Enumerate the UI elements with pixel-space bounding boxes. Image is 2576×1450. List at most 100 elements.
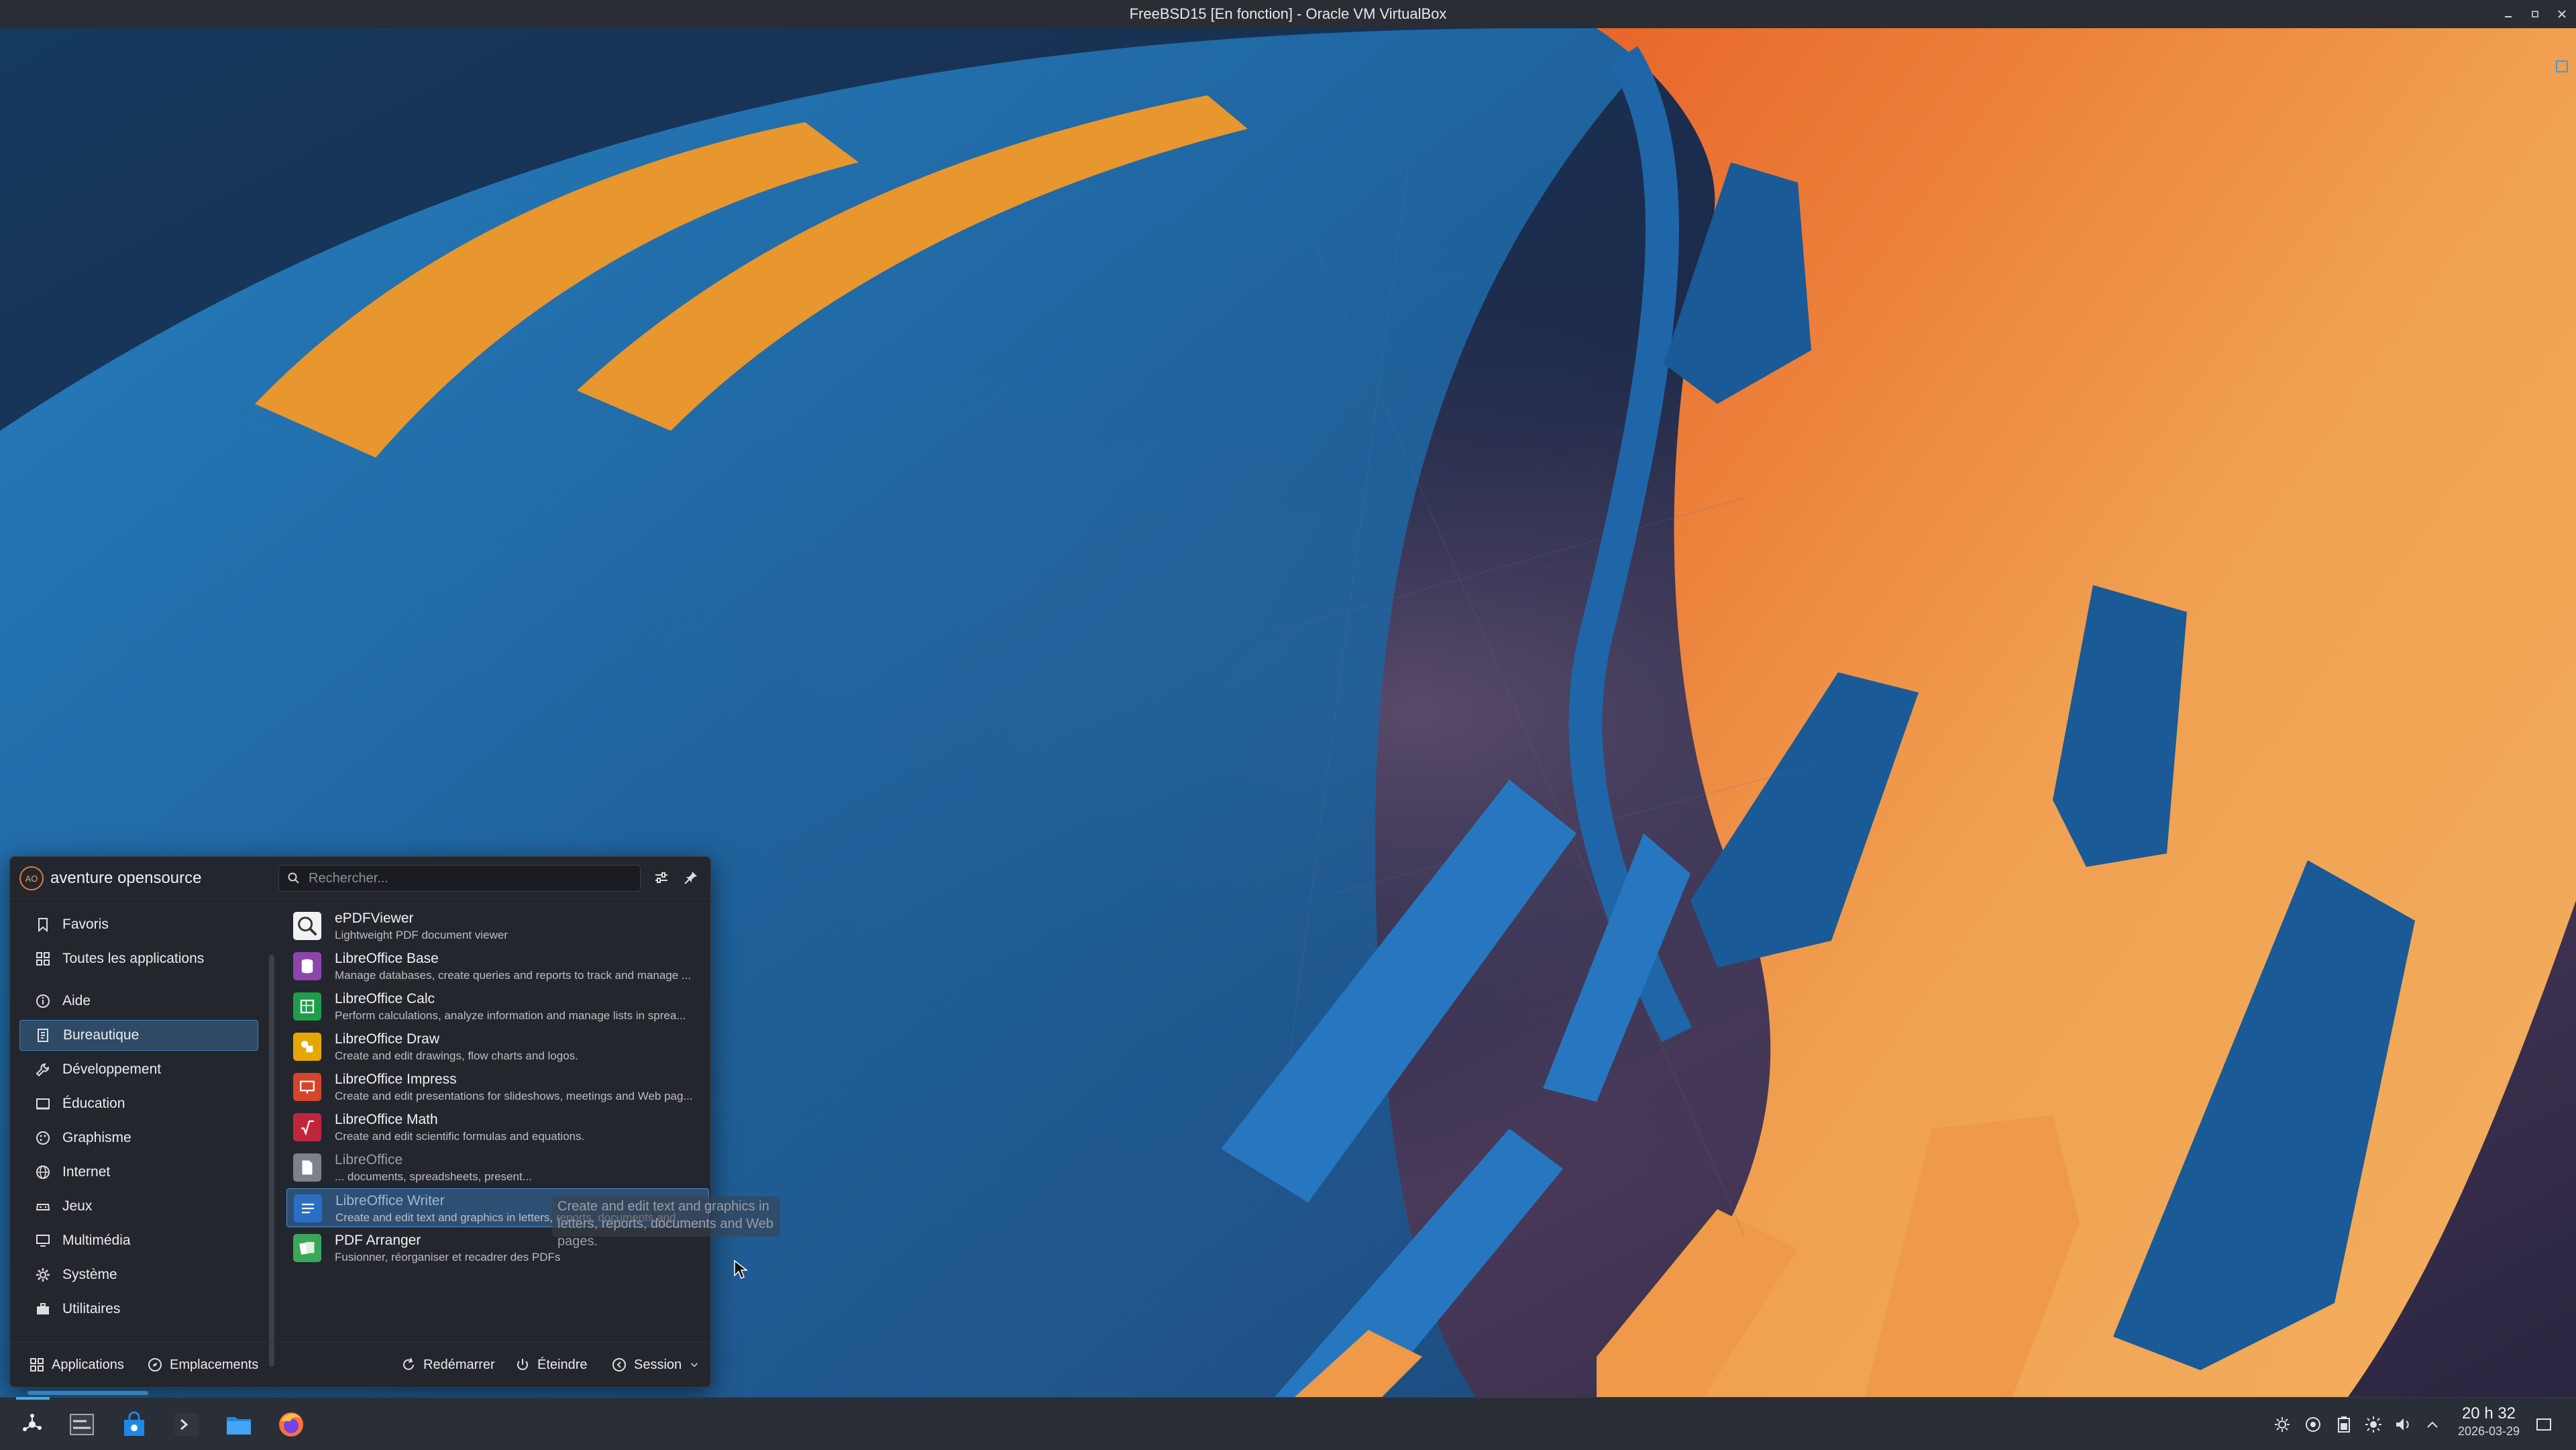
toolbox-icon (34, 1300, 52, 1318)
category-favorites[interactable]: Favoris (19, 909, 258, 940)
grid-icon (34, 950, 52, 968)
libreoffice-draw-icon (293, 1033, 321, 1061)
taskbar: 20 h 32 2026-03-29 (0, 1397, 2576, 1450)
app-description: Create and edit presentations for slides… (335, 1090, 693, 1102)
pager-icon[interactable] (64, 1407, 99, 1442)
show-desktop-icon[interactable] (2533, 1414, 2555, 1435)
session-icon (612, 1358, 626, 1371)
category-label: Bureautique (63, 1027, 140, 1043)
session-label: Session (634, 1357, 682, 1372)
app-name: LibreOffice Draw (335, 1031, 440, 1047)
education-icon (34, 1095, 52, 1112)
app-name: LibreOffice Writer (335, 1193, 445, 1208)
category-scrollbar[interactable] (269, 955, 274, 1367)
application-launcher: AO aventure opensource Favoris Toutes le… (9, 856, 780, 1395)
category-label: Développement (62, 1061, 162, 1077)
app-item-epdfviewer[interactable]: ePDFViewer Lightweight PDF document view… (286, 907, 709, 945)
libreoffice-calc-icon (293, 992, 321, 1021)
libreoffice-impress-icon (293, 1073, 321, 1101)
restore-icon[interactable] (2528, 7, 2542, 21)
category-label: Favoris (62, 917, 109, 932)
battery-icon[interactable] (2333, 1414, 2355, 1435)
gear-icon (34, 1266, 52, 1284)
user-name: aventure opensource (50, 869, 202, 887)
libreoffice-writer-icon (294, 1194, 322, 1223)
app-description: Manage databases, create queries and rep… (335, 969, 692, 982)
category-label: Internet (62, 1164, 111, 1180)
terminal-icon[interactable] (169, 1407, 204, 1442)
category-system[interactable]: Système (19, 1259, 258, 1290)
network-icon[interactable] (2271, 1414, 2293, 1435)
category-label: Graphisme (62, 1130, 131, 1145)
compass-icon (148, 1358, 162, 1371)
wrench-icon (34, 1061, 52, 1078)
app-name: PDF Arranger (335, 1233, 421, 1248)
pin-icon[interactable] (680, 866, 702, 889)
app-name: LibreOffice Calc (335, 991, 435, 1006)
category-help[interactable]: Aide (19, 986, 258, 1017)
clock-time[interactable]: 20 h 32 (2454, 1404, 2524, 1423)
avatar[interactable]: AO (19, 866, 44, 890)
restart-button[interactable]: Redémarrer (400, 1353, 495, 1376)
category-scroll-indicator (28, 1391, 148, 1395)
libreoffice-icon (293, 1153, 321, 1182)
category-education[interactable]: Éducation (19, 1088, 258, 1119)
restart-label: Redémarrer (423, 1357, 495, 1372)
palette-icon (34, 1129, 52, 1147)
category-games[interactable]: Jeux (19, 1191, 258, 1222)
category-all-apps[interactable]: Toutes les applications (19, 943, 258, 974)
app-item-libreoffice-draw[interactable]: LibreOffice Draw Create and edit drawing… (286, 1027, 709, 1066)
clock-date[interactable]: 2026-03-29 (2450, 1425, 2528, 1439)
app-item-libreoffice-base[interactable]: LibreOffice Base Manage databases, creat… (286, 947, 709, 986)
app-item-libreoffice-calc[interactable]: LibreOffice Calc Perform calculations, a… (286, 987, 709, 1026)
search-icon (288, 872, 299, 884)
app-list: ePDFViewer Lightweight PDF document view… (277, 907, 780, 1336)
office-icon (35, 1027, 52, 1044)
app-item-libreoffice[interactable]: LibreOffice ... documents, spreadsheets,… (286, 1148, 709, 1187)
globe-icon (34, 1163, 52, 1181)
window-controls (2501, 0, 2569, 28)
search-input[interactable] (307, 870, 640, 887)
libreoffice-math-icon (293, 1113, 321, 1141)
pdf-viewer-icon (293, 912, 321, 940)
app-description: Perform calculations, analyze informatio… (335, 1009, 686, 1022)
shutdown-button[interactable]: Éteindre (515, 1353, 588, 1376)
category-office[interactable]: Bureautique (19, 1020, 258, 1051)
shutdown-label: Éteindre (537, 1357, 588, 1372)
firefox-icon[interactable] (274, 1407, 309, 1442)
category-development[interactable]: Développement (19, 1054, 258, 1085)
category-utilities[interactable]: Utilitaires (19, 1294, 258, 1325)
session-button[interactable]: Session (611, 1353, 707, 1376)
application-launcher-icon[interactable] (15, 1407, 50, 1442)
app-description: Lightweight PDF document viewer (335, 929, 508, 941)
volume-icon[interactable] (2392, 1414, 2414, 1435)
minimize-icon[interactable] (2501, 7, 2516, 21)
app-item-libreoffice-math[interactable]: LibreOffice Math Create and edit scienti… (286, 1108, 709, 1147)
app-description: Fusionner, réorganiser et recadrer des P… (335, 1251, 561, 1263)
app-tooltip: Create and edit text and graphics in let… (552, 1196, 780, 1249)
brightness-icon[interactable] (2363, 1414, 2384, 1435)
app-name: LibreOffice Base (335, 951, 439, 966)
close-icon[interactable] (2555, 7, 2569, 21)
chevron-up-icon[interactable] (2422, 1414, 2443, 1435)
info-icon (34, 992, 52, 1010)
category-graphics[interactable]: Graphisme (19, 1123, 258, 1153)
tab-applications[interactable]: Applications (29, 1353, 124, 1376)
category-multimedia[interactable]: Multimédia (19, 1225, 258, 1256)
search-box[interactable] (278, 865, 641, 892)
app-item-libreoffice-impress[interactable]: LibreOffice Impress Create and edit pres… (286, 1068, 709, 1106)
app-name: LibreOffice (335, 1152, 403, 1168)
clipboard-icon[interactable] (2302, 1414, 2324, 1435)
file-manager-icon[interactable] (221, 1407, 256, 1442)
app-description: ... documents, spreadsheets, present... (335, 1170, 532, 1183)
tab-applications-label: Applications (52, 1357, 124, 1372)
category-label: Utilitaires (62, 1301, 121, 1316)
restart-icon (403, 1357, 414, 1370)
pdf-arranger-icon (293, 1234, 321, 1262)
libreoffice-base-icon (293, 952, 321, 980)
tab-places[interactable]: Emplacements (147, 1353, 258, 1376)
category-internet[interactable]: Internet (19, 1157, 258, 1188)
power-icon (517, 1359, 528, 1370)
configure-icon[interactable] (650, 866, 673, 889)
discover-store-icon[interactable] (117, 1407, 152, 1442)
